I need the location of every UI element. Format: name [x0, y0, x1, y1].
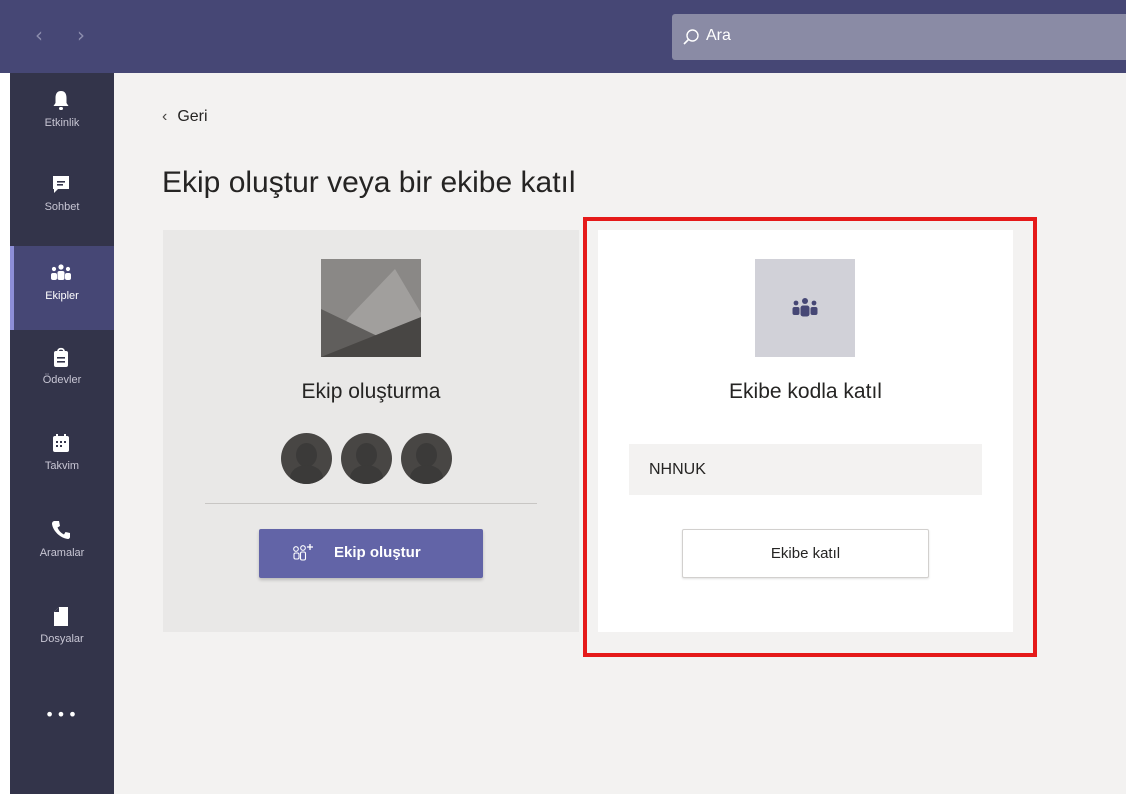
rail-label: Etkinlik: [44, 117, 80, 129]
create-team-card[interactable]: Ekip oluşturma Ekip oluştur: [163, 230, 579, 632]
back-link[interactable]: ‹ Geri: [162, 108, 208, 126]
rail-label: Sohbet: [44, 201, 80, 213]
chevron-left-icon[interactable]: ‹: [28, 24, 50, 46]
divider: [205, 503, 537, 504]
avatar-group: [281, 433, 453, 485]
app-rail: Etkinlik Sohbet Ekipler Ödevler Takvim A…: [10, 73, 114, 794]
avatar: [401, 433, 452, 484]
calendar-icon: [53, 434, 69, 452]
rail-item-activity[interactable]: Etkinlik: [10, 73, 114, 157]
chat-icon: [53, 176, 69, 193]
top-bar: ‹ › Ara: [0, 0, 1126, 73]
rail-item-files[interactable]: Dosyalar: [10, 589, 114, 673]
rail-item-assignments[interactable]: Ödevler: [10, 330, 114, 414]
rail-label: Ekipler: [45, 290, 79, 302]
search-icon: [683, 29, 699, 45]
highlight-box: [583, 217, 1037, 657]
rail-item-calls[interactable]: Aramalar: [10, 503, 114, 587]
back-label: Geri: [177, 108, 208, 125]
add-team-icon: [293, 544, 313, 561]
window-edge: [0, 73, 10, 794]
rail-item-teams[interactable]: Ekipler: [10, 246, 114, 330]
teams-icon: [51, 264, 71, 280]
more-icon: •••: [44, 705, 80, 724]
avatar: [281, 433, 332, 484]
chevron-left-icon: ‹: [162, 108, 168, 125]
teams-window: ‹ › Ara Etkinlik Sohbet Ekipler Ödevler …: [0, 0, 1126, 794]
create-team-button[interactable]: Ekip oluştur: [259, 529, 483, 578]
create-team-label: Ekip oluştur: [334, 544, 421, 561]
rail-item-calendar[interactable]: Takvim: [10, 416, 114, 500]
rail-label: Ödevler: [42, 374, 82, 386]
chevron-right-icon[interactable]: ›: [70, 24, 92, 46]
rail-more[interactable]: •••: [10, 683, 114, 743]
search-placeholder: Ara: [706, 27, 731, 44]
page-title: Ekip oluştur veya bir ekibe katıl: [162, 166, 576, 199]
assignments-icon: [54, 347, 68, 367]
rail-label: Dosyalar: [40, 633, 84, 645]
placeholder-image-icon: [321, 259, 421, 357]
bell-icon: [53, 91, 69, 110]
search-input[interactable]: Ara: [672, 14, 1126, 60]
phone-icon: [52, 521, 70, 539]
avatar: [341, 433, 392, 484]
rail-label: Aramalar: [39, 547, 85, 559]
files-icon: [54, 607, 68, 626]
create-card-title: Ekip oluşturma: [301, 380, 441, 403]
rail-item-chat[interactable]: Sohbet: [10, 157, 114, 241]
rail-label: Takvim: [44, 460, 80, 472]
